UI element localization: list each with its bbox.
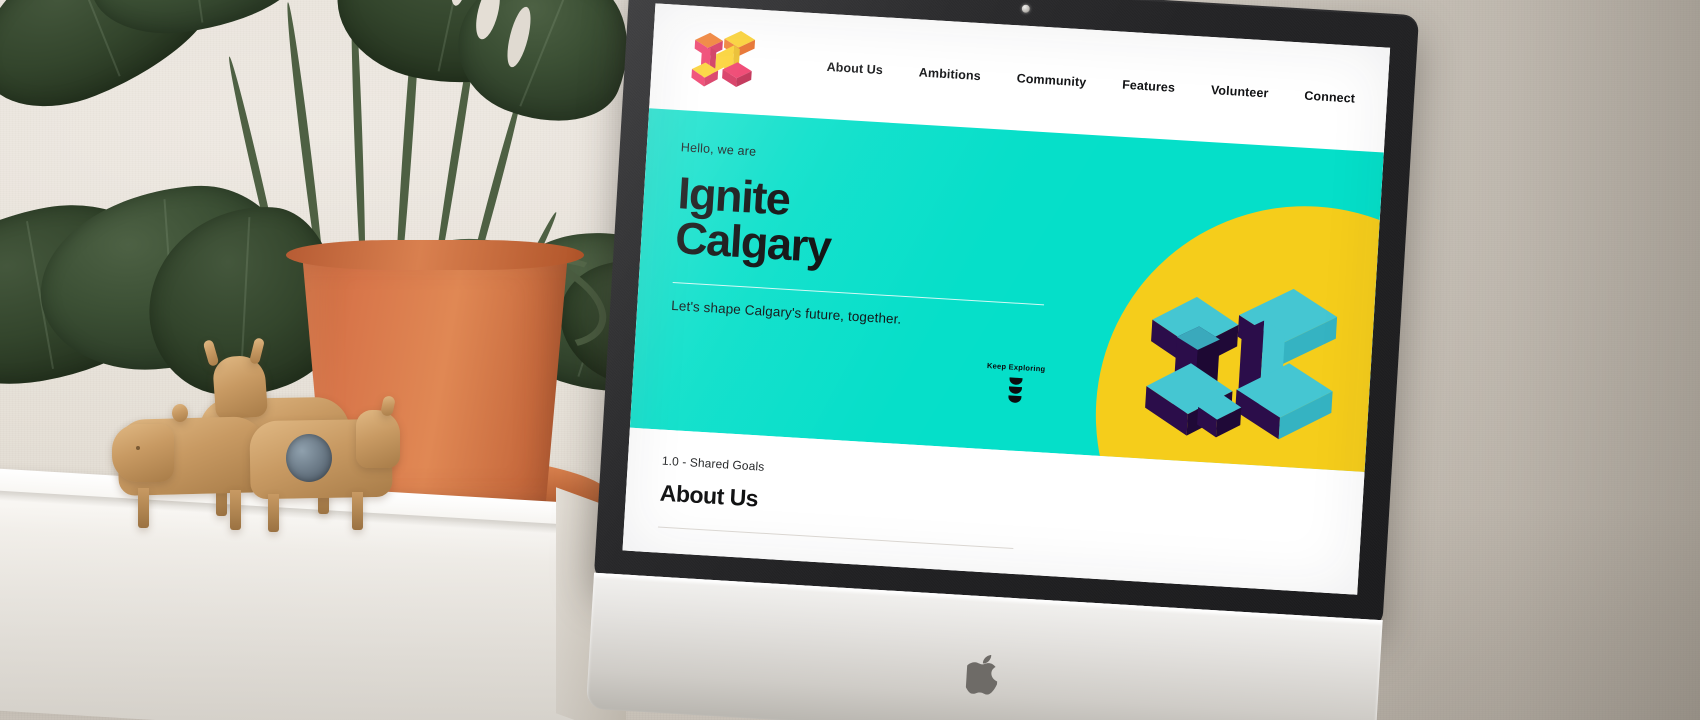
nav-item-community[interactable]: Community xyxy=(1016,71,1086,89)
hero-copy: Hello, we are Ignite Calgary Let's shape… xyxy=(671,140,1101,338)
keep-exploring-scroll-cue[interactable]: Keep Exploring xyxy=(954,359,1076,406)
isometric-ic-monogram-icon xyxy=(1135,258,1364,467)
apple-logo-icon xyxy=(963,653,1002,695)
hero-section: Hello, we are Ignite Calgary Let's shape… xyxy=(629,108,1384,472)
nav-item-ambitions[interactable]: Ambitions xyxy=(918,65,981,83)
hero-title-line-2: Calgary xyxy=(673,212,832,273)
ignite-calgary-logo-icon[interactable] xyxy=(684,23,762,97)
toy-roll xyxy=(286,434,332,482)
imac-device: About Us Ambitions Community Features Vo… xyxy=(585,0,1449,720)
keep-exploring-label: Keep Exploring xyxy=(986,361,1046,374)
triple-chevron-down-icon xyxy=(954,374,1075,406)
about-copy: 1.0 - Shared Goals About Us xyxy=(657,454,1092,554)
nav-item-features[interactable]: Features xyxy=(1122,77,1176,94)
hero-title: Ignite Calgary xyxy=(673,167,1099,285)
main-navigation[interactable]: About Us Ambitions Community Features Vo… xyxy=(826,59,1361,105)
nav-item-volunteer[interactable]: Volunteer xyxy=(1211,83,1269,100)
website-viewport: About Us Ambitions Community Features Vo… xyxy=(622,3,1391,595)
nav-item-connect[interactable]: Connect xyxy=(1304,88,1355,105)
about-divider xyxy=(657,526,1014,549)
pot-rim xyxy=(286,240,584,270)
nav-item-about-us[interactable]: About Us xyxy=(826,59,883,76)
display-screen: About Us Ambitions Community Features Vo… xyxy=(622,3,1391,595)
